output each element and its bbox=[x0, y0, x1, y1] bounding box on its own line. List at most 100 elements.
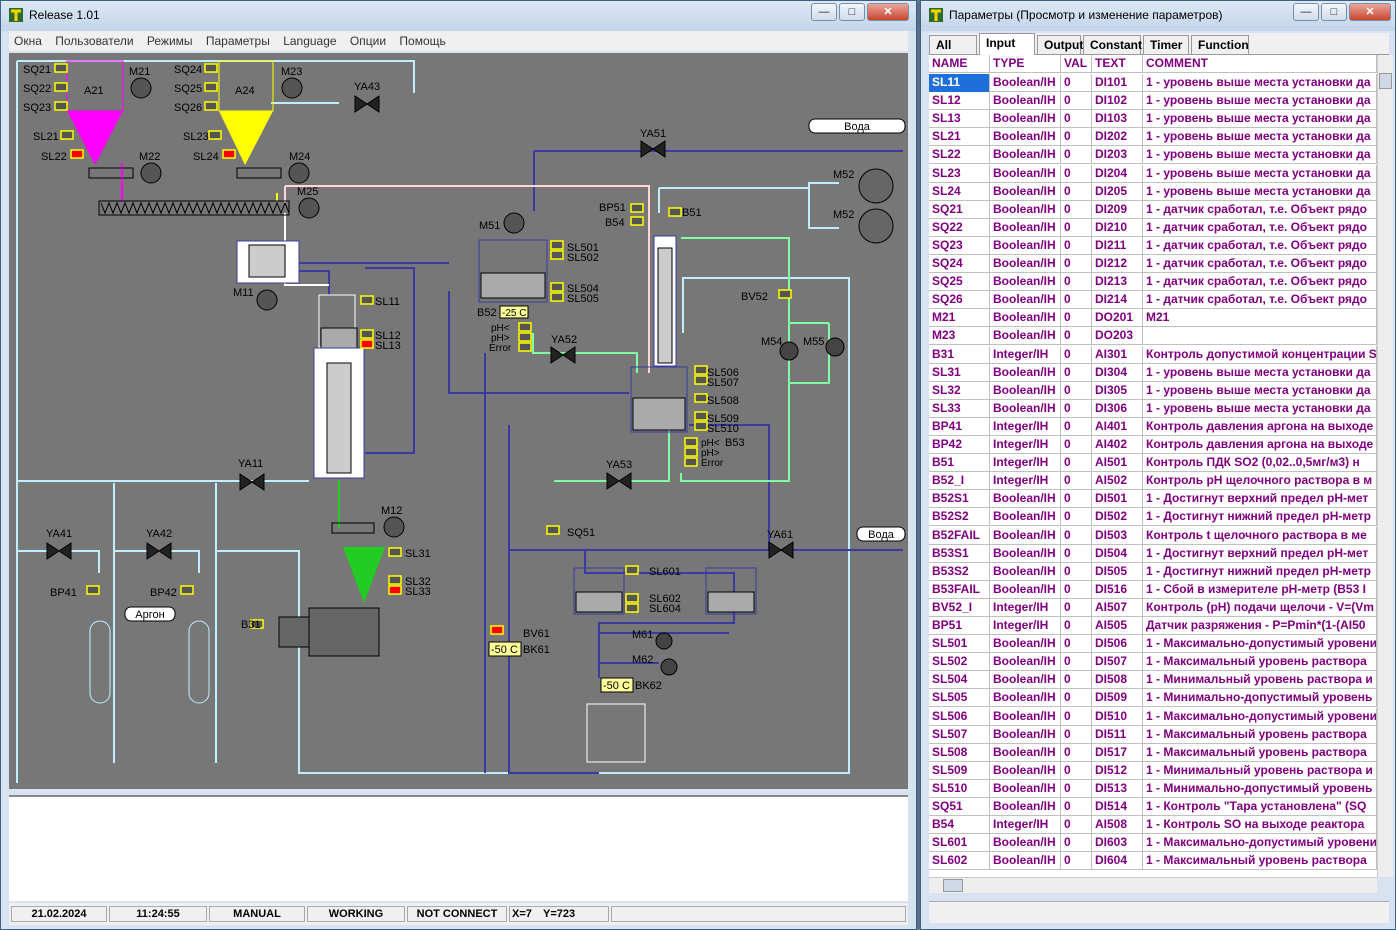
sensor-indicator-16[interactable] bbox=[550, 292, 564, 302]
valve-ya41[interactable] bbox=[46, 542, 72, 560]
table-row[interactable]: SL507 Boolean/IH 0 DI511 1 - Максимальный ур… bbox=[929, 725, 1377, 744]
valve-ya52[interactable] bbox=[550, 346, 576, 364]
menu-users[interactable]: Пользователи bbox=[50, 31, 138, 48]
menu-parameters[interactable]: Параметры bbox=[201, 31, 275, 48]
sensor-indicator-30[interactable] bbox=[684, 447, 698, 457]
table-row[interactable]: SQ51 Boolean/IH 0 DI514 1 - Контроль "Тара у… bbox=[929, 798, 1377, 816]
params-vscrollbar[interactable] bbox=[1377, 55, 1393, 877]
sensor-indicator-12[interactable] bbox=[360, 339, 374, 349]
valve-ya53[interactable] bbox=[606, 472, 632, 490]
pump-m61[interactable] bbox=[655, 632, 673, 650]
sensor-indicator-25[interactable] bbox=[694, 375, 708, 385]
table-row[interactable]: B53S2 Boolean/IH 0 DI505 1 - Достигнут нижни… bbox=[929, 562, 1377, 581]
params-minimize-button[interactable]: — bbox=[1293, 3, 1319, 21]
table-row[interactable]: SL23 Boolean/IH 0 DI204 1 - уровень выше мес… bbox=[929, 164, 1377, 183]
sensor-indicator-37[interactable] bbox=[180, 585, 194, 595]
tab-function[interactable]: Function bbox=[1191, 35, 1249, 54]
container-sq51[interactable] bbox=[586, 703, 646, 763]
minimize-button[interactable]: — bbox=[811, 3, 837, 21]
motor-m12[interactable] bbox=[383, 516, 405, 538]
motor-m11[interactable] bbox=[256, 289, 278, 311]
col-header-type[interactable]: TYPE bbox=[990, 55, 1061, 73]
table-row[interactable]: B54 Integer/IH 0 AI508 1 - Контроль SO на вы… bbox=[929, 816, 1377, 835]
table-row[interactable]: SQ24 Boolean/IH 0 DI212 1 - датчик сработал,… bbox=[929, 255, 1377, 273]
table-row[interactable]: B53S1 Boolean/IH 0 DI504 1 - Достигнут верхн… bbox=[929, 544, 1377, 563]
sensor-indicator-13[interactable] bbox=[550, 240, 564, 250]
valve-ya61[interactable] bbox=[768, 541, 794, 559]
sensor-indicator-22[interactable] bbox=[668, 207, 682, 217]
sensor-indicator-40[interactable] bbox=[625, 593, 639, 603]
table-row[interactable]: BP41 Integer/IH 0 AI401 Контроль давления ар… bbox=[929, 417, 1377, 436]
sensor-indicator-15[interactable] bbox=[550, 282, 564, 292]
params-close-button[interactable]: ✕ bbox=[1349, 3, 1391, 21]
sensor-indicator-39[interactable] bbox=[625, 565, 639, 575]
sensor-indicator-34[interactable] bbox=[388, 585, 402, 595]
close-button[interactable]: ✕ bbox=[867, 3, 909, 21]
sensor-indicator-32[interactable] bbox=[388, 547, 402, 557]
sensor-indicator-29[interactable] bbox=[684, 437, 698, 447]
sensor-indicator-41[interactable] bbox=[625, 603, 639, 613]
sensor-indicator-0[interactable] bbox=[54, 63, 68, 73]
table-row[interactable]: BP42 Integer/IH 0 AI402 Контроль давления ар… bbox=[929, 436, 1377, 454]
sensor-indicator-14[interactable] bbox=[550, 250, 564, 260]
col-header-comment[interactable]: COMMENT bbox=[1143, 55, 1377, 73]
screw-m22[interactable] bbox=[88, 167, 134, 179]
vscroll-thumb[interactable] bbox=[1379, 73, 1392, 89]
motor-m24[interactable] bbox=[288, 162, 310, 184]
sensor-indicator-10[interactable] bbox=[360, 295, 374, 305]
sensor-indicator-33[interactable] bbox=[388, 575, 402, 585]
sensor-indicator-21[interactable] bbox=[630, 216, 644, 226]
table-row[interactable]: SQ26 Boolean/IH 0 DI214 1 - датчик сработал,… bbox=[929, 291, 1377, 310]
params-titlebar[interactable]: Параметры (Просмотр и изменение параметр… bbox=[921, 1, 1395, 31]
sensor-indicator-5[interactable] bbox=[204, 101, 218, 111]
table-row[interactable]: SL33 Boolean/IH 0 DI306 1 - уровень выше мес… bbox=[929, 399, 1377, 418]
tab-timer[interactable]: Timer bbox=[1143, 35, 1189, 54]
tab-all[interactable]: All bbox=[929, 35, 977, 54]
tab-input[interactable]: Input bbox=[979, 33, 1035, 55]
valve-ya11[interactable] bbox=[239, 473, 265, 491]
sensor-indicator-31[interactable] bbox=[684, 457, 698, 467]
pump-m55[interactable] bbox=[825, 337, 845, 357]
table-row[interactable]: SL505 Boolean/IH 0 DI509 1 - Минимально-допу… bbox=[929, 689, 1377, 708]
table-row[interactable]: SL602 Boolean/IH 0 DI604 1 - Максимальный ур… bbox=[929, 852, 1377, 871]
menu-help[interactable]: Помощь bbox=[394, 31, 450, 48]
device-b31[interactable] bbox=[308, 607, 380, 657]
sensor-indicator-23[interactable] bbox=[778, 289, 792, 299]
sensor-indicator-4[interactable] bbox=[204, 82, 218, 92]
table-row[interactable]: B31 Integer/IH 0 AI301 Контроль допустимой к… bbox=[929, 345, 1377, 364]
table-row[interactable]: M21 Boolean/IH 0 DO201 M21 bbox=[929, 309, 1377, 328]
pump-m54[interactable] bbox=[779, 341, 799, 361]
tab-constant[interactable]: Constant bbox=[1083, 35, 1142, 54]
sensor-indicator-11[interactable] bbox=[360, 329, 374, 339]
table-row[interactable]: BV52_I Integer/IH 0 AI507 Контроль (pH) пода… bbox=[929, 598, 1377, 617]
sensor-indicator-42[interactable] bbox=[490, 625, 504, 635]
table-row[interactable]: SL510 Boolean/IH 0 DI513 1 - Минимально-допу… bbox=[929, 779, 1377, 798]
valve-ya51[interactable] bbox=[640, 140, 666, 158]
sensor-indicator-38[interactable] bbox=[546, 525, 560, 535]
table-row[interactable]: B52_I Integer/IH 0 AI502 Контроль pH щелочно… bbox=[929, 472, 1377, 491]
hscroll-thumb[interactable] bbox=[943, 879, 963, 892]
sensor-indicator-26[interactable] bbox=[694, 393, 708, 403]
table-row[interactable]: SQ21 Boolean/IH 0 DI209 1 - датчик сработал,… bbox=[929, 200, 1377, 219]
motor-m51[interactable] bbox=[503, 212, 525, 234]
tab-output[interactable]: Output bbox=[1037, 35, 1083, 54]
sensor-indicator-28[interactable] bbox=[694, 421, 708, 431]
sensor-indicator-7[interactable] bbox=[70, 149, 84, 159]
motor-m23[interactable] bbox=[281, 77, 303, 99]
maximize-button[interactable]: □ bbox=[839, 3, 865, 21]
sensor-indicator-24[interactable] bbox=[694, 365, 708, 375]
table-row[interactable]: B52FAIL Boolean/IH 0 DI503 Контроль t щелочн… bbox=[929, 526, 1377, 545]
table-row[interactable]: SL509 Boolean/IH 0 DI512 1 - Минимальный уро… bbox=[929, 761, 1377, 780]
menu-options[interactable]: Опции bbox=[345, 31, 391, 48]
table-row[interactable]: SQ25 Boolean/IH 0 DI213 1 - датчик сработал,… bbox=[929, 273, 1377, 292]
table-row[interactable]: SL11 Boolean/IH 0 DI101 1 - уровень выше мес… bbox=[929, 74, 1377, 92]
table-row[interactable]: SL22 Boolean/IH 0 DI203 1 - уровень выше мес… bbox=[929, 146, 1377, 165]
params-maximize-button[interactable]: □ bbox=[1321, 3, 1347, 21]
sensor-indicator-3[interactable] bbox=[204, 63, 218, 73]
sensor-indicator-9[interactable] bbox=[222, 149, 236, 159]
table-row[interactable]: SL12 Boolean/IH 0 DI102 1 - уровень выше мес… bbox=[929, 92, 1377, 111]
sensor-indicator-27[interactable] bbox=[694, 411, 708, 421]
sensor-indicator-19[interactable] bbox=[518, 342, 532, 352]
table-row[interactable]: B52S1 Boolean/IH 0 DI501 1 - Достигнут верхн… bbox=[929, 490, 1377, 509]
table-row[interactable]: SQ23 Boolean/IH 0 DI211 1 - датчик сработал,… bbox=[929, 236, 1377, 255]
